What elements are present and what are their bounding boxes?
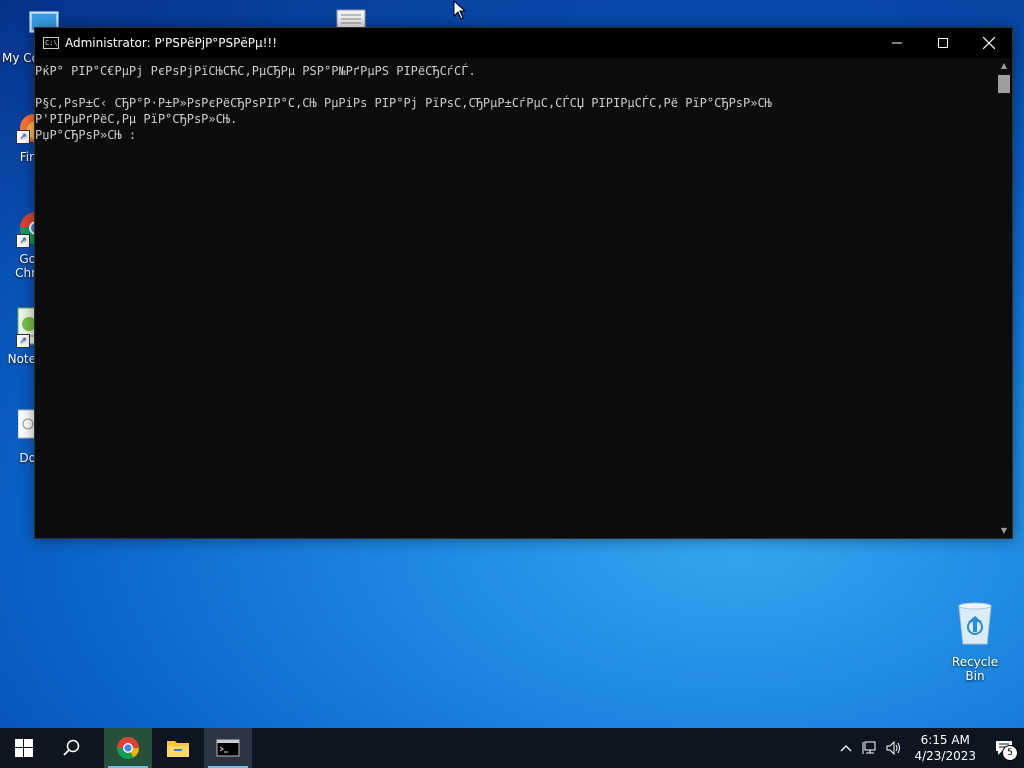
taskbar-file-explorer[interactable]	[154, 728, 202, 768]
network-icon	[862, 741, 876, 754]
cmd-icon: C:\	[43, 37, 59, 49]
action-center-button[interactable]: 5	[984, 728, 1024, 768]
clock-time: 6:15 AM	[920, 733, 970, 747]
folder-icon	[167, 741, 189, 757]
maximize-icon	[938, 38, 948, 48]
close-icon	[983, 37, 995, 49]
vertical-scrollbar[interactable]: ▲ ▼	[996, 59, 1012, 538]
title-bar[interactable]: C:\ Administrator: Р'РЅРёРјР°РЅРёРµ!!!	[35, 28, 1012, 58]
start-button[interactable]	[0, 728, 48, 768]
maximize-button[interactable]	[920, 28, 966, 58]
desktop-icon-recycle-bin[interactable]: Recycle Bin	[942, 600, 1008, 683]
close-button[interactable]	[966, 28, 1012, 58]
show-hidden-icons-button[interactable]	[834, 728, 858, 768]
console-line: Р§С‚РѕР±С‹ СЂР°Р·Р±Р»РѕРєРёСЂРѕРІР°С‚СЊ …	[35, 96, 772, 110]
taskbar-chrome[interactable]	[104, 728, 152, 768]
shortcut-arrow-icon: ↗	[16, 334, 30, 348]
mouse-cursor-icon	[453, 0, 467, 24]
taskbar: 6:15 AM 4/23/2023 5	[0, 728, 1024, 768]
minimize-icon	[892, 42, 902, 44]
notification-badge: 5	[1002, 745, 1018, 761]
recycle-bin-icon	[942, 600, 1008, 649]
cmd-icon	[216, 739, 240, 757]
taskbar-command-prompt[interactable]	[204, 728, 252, 768]
minimize-button[interactable]	[874, 28, 920, 58]
shortcut-arrow-icon: ↗	[16, 130, 30, 144]
console-window[interactable]: C:\ Administrator: Р'РЅРёРјР°РЅРёРµ!!! Р…	[34, 27, 1013, 539]
window-title: Administrator: Р'РЅРёРјР°РЅРёРµ!!!	[65, 36, 278, 50]
chevron-up-icon	[841, 745, 852, 752]
shortcut-arrow-icon: ↗	[16, 234, 30, 248]
console-prompt-line[interactable]: РџР°СЂРѕР»СЊ :	[35, 127, 996, 143]
scroll-up-arrow-icon[interactable]: ▲	[996, 59, 1012, 73]
clock-date: 4/23/2023	[914, 749, 976, 763]
chrome-icon	[117, 737, 139, 759]
search-button[interactable]	[48, 728, 96, 768]
scroll-thumb[interactable]	[998, 75, 1010, 93]
search-icon	[63, 739, 80, 756]
clock[interactable]: 6:15 AM 4/23/2023	[906, 732, 984, 764]
desktop-icon-label: Recycle Bin	[951, 655, 999, 683]
volume-button[interactable]	[882, 728, 906, 768]
console-line	[35, 79, 996, 95]
speaker-icon	[886, 741, 901, 755]
system-tray: 6:15 AM 4/23/2023 5	[834, 728, 1024, 768]
windows-logo-icon	[15, 739, 33, 757]
password-prompt: РџР°СЂРѕР»СЊ :	[35, 128, 137, 142]
network-button[interactable]	[858, 728, 882, 768]
scroll-down-arrow-icon[interactable]: ▼	[996, 524, 1012, 538]
console-line: РќР° РІР°С€РµРј РєРѕРјРїСЊСЋС‚РµСЂРµ РЅР…	[35, 64, 476, 78]
console-line: Р'РІРµРґРёС‚Рµ РїР°СЂРѕР»СЊ.	[35, 112, 238, 126]
console-output[interactable]: РќР° РІР°С€РµРј РєРѕРјРїСЊСЋС‚РµСЂРµ РЅР…	[35, 59, 996, 538]
